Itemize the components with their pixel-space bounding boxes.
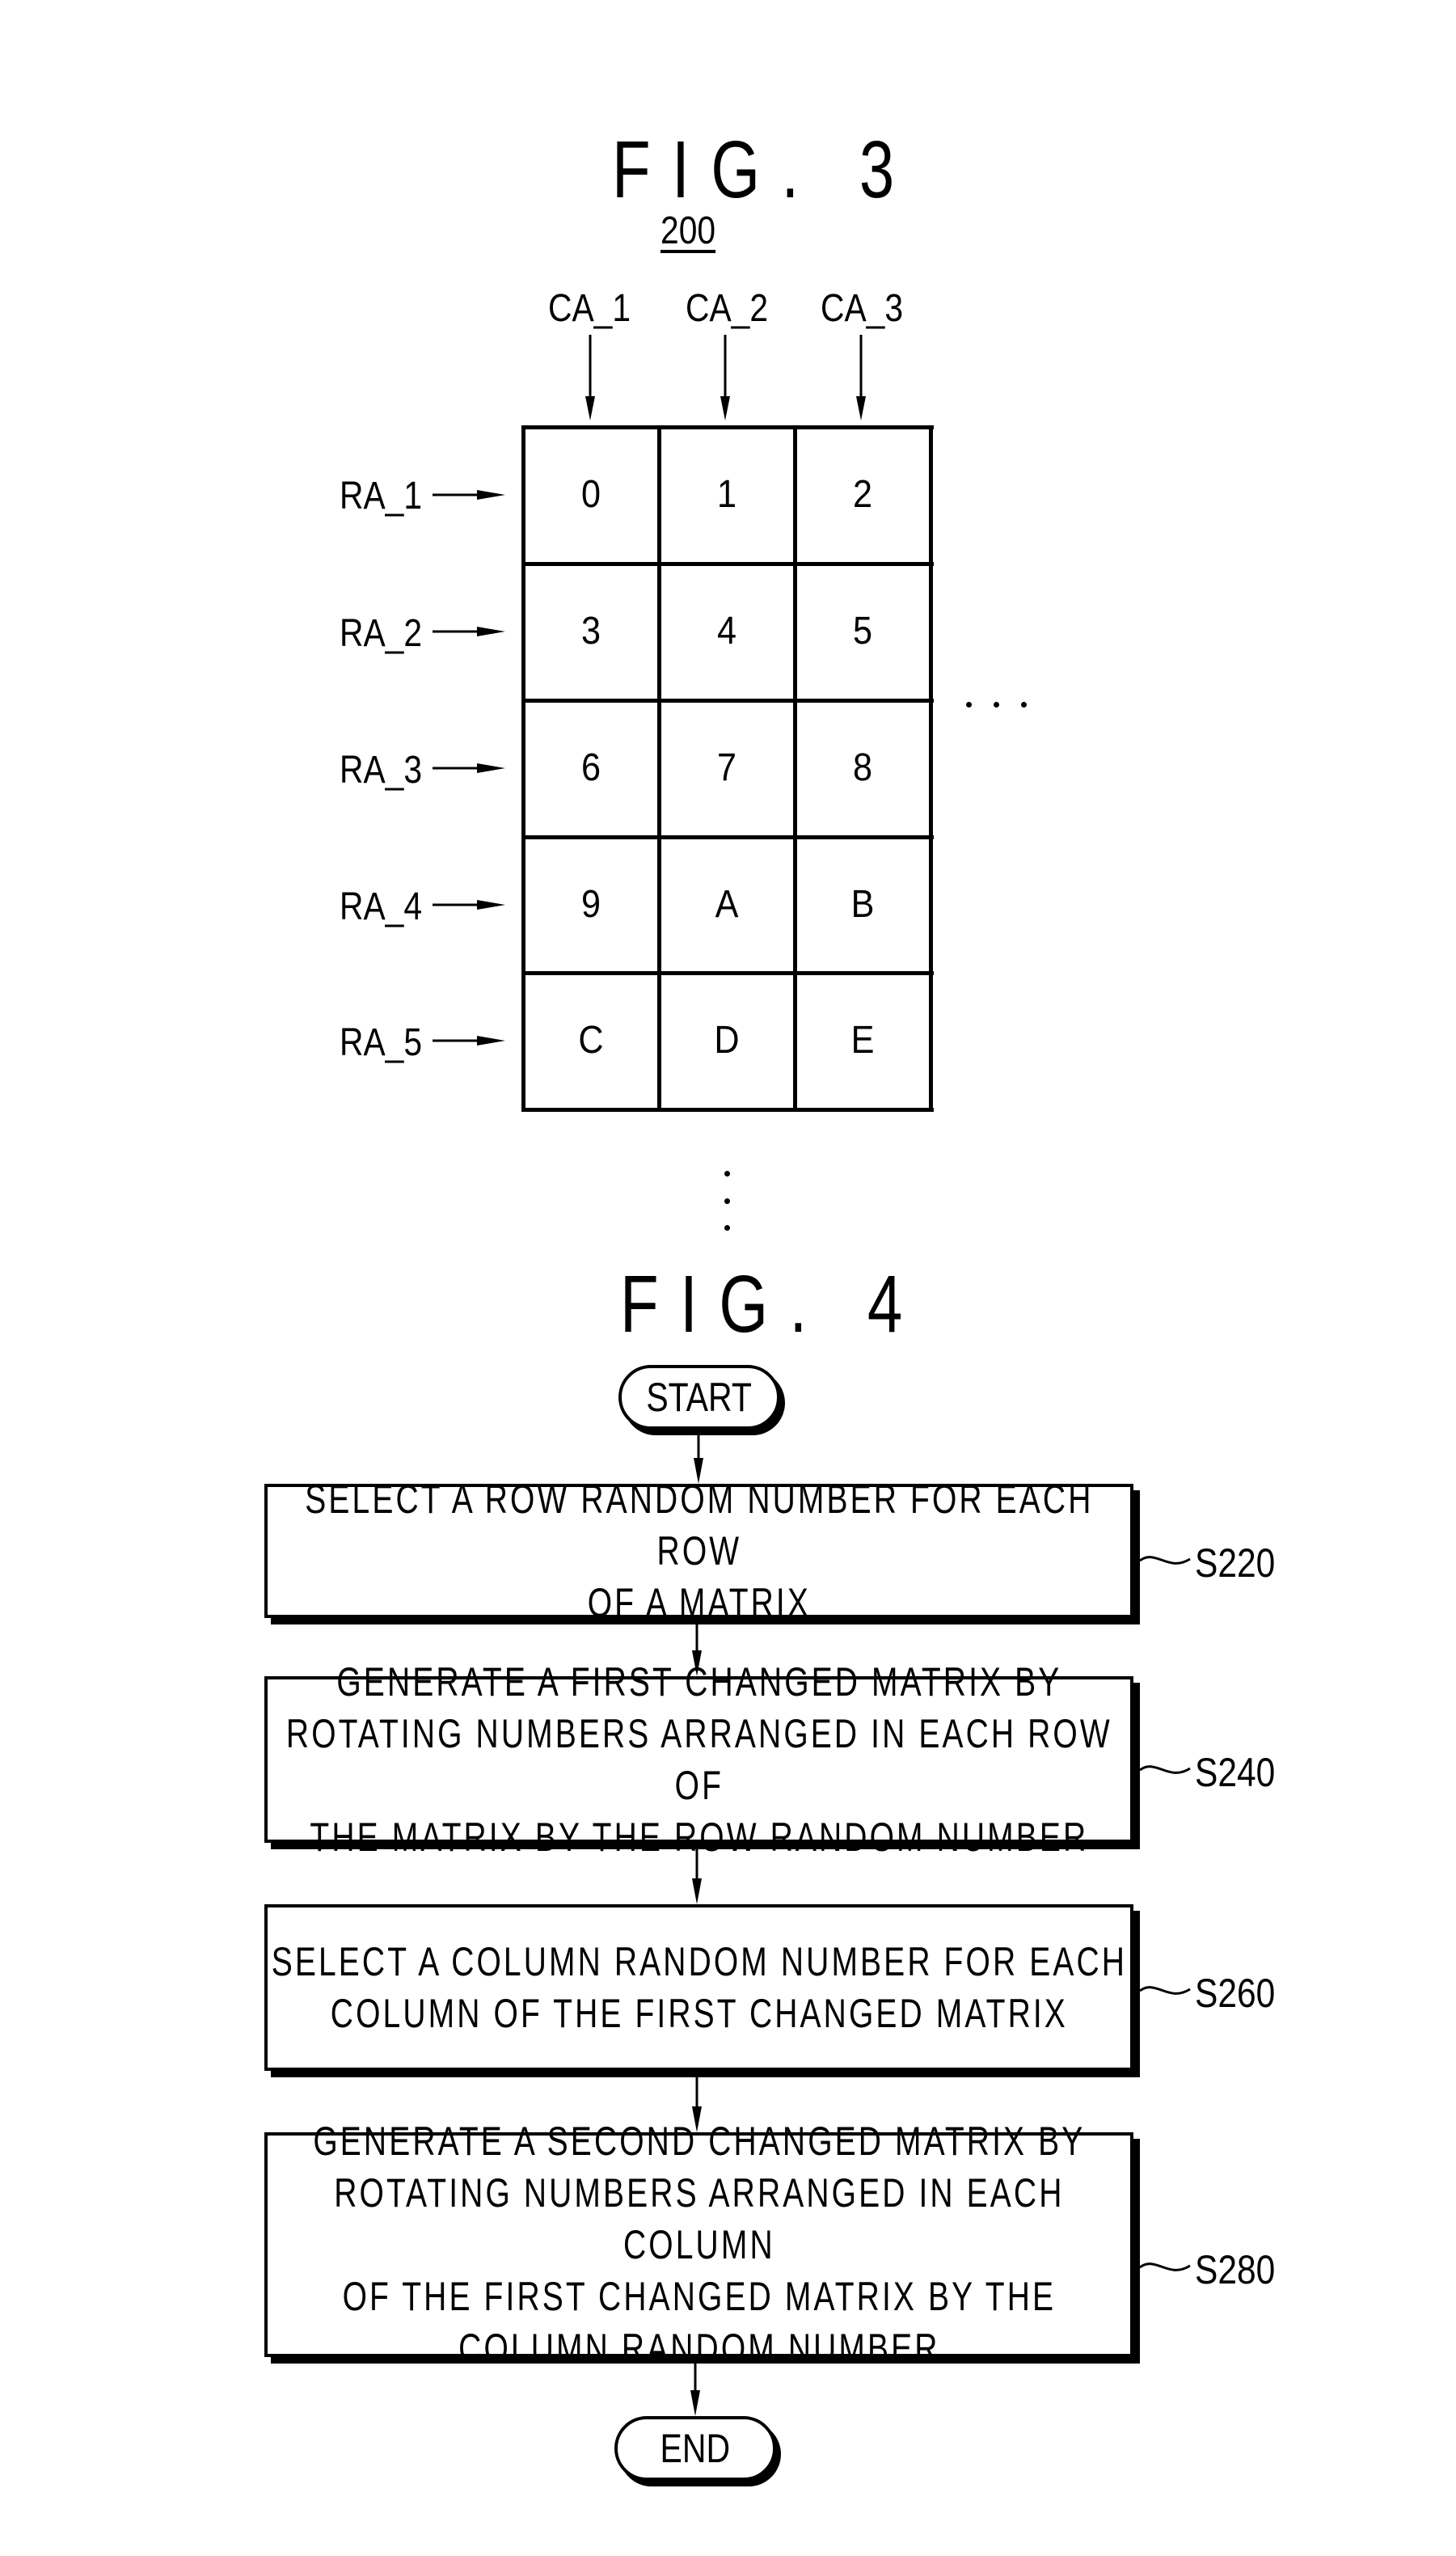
grid-line xyxy=(521,699,934,703)
grid-line xyxy=(521,835,934,839)
arrowhead xyxy=(477,627,505,636)
matrix-cell: 5 xyxy=(852,610,873,653)
grid-line xyxy=(657,425,661,1112)
step-box-s280: GENERATE A SECOND CHANGED MATRIX BY ROTA… xyxy=(264,2119,1133,2371)
arrowhead xyxy=(477,490,505,500)
row-label-ra5: RA_5 xyxy=(340,1021,423,1064)
matrix-cell: D xyxy=(714,1019,740,1062)
matrix-cell: C xyxy=(578,1019,604,1062)
row-label-ra1: RA_1 xyxy=(340,475,423,518)
matrix-cell: 3 xyxy=(580,610,601,653)
step-box-s220: SELECT A ROW RANDOM NUMBER FOR EACH ROW … xyxy=(264,1477,1133,1625)
arrowhead xyxy=(856,396,866,420)
end-terminal: END xyxy=(614,2416,776,2481)
grid-line xyxy=(929,425,933,1112)
matrix-cell: 9 xyxy=(580,883,601,926)
matrix-cell: 4 xyxy=(716,610,737,653)
leader-s260 xyxy=(1139,1986,1191,1995)
matrix-cell: 8 xyxy=(852,746,873,789)
step-text-s220: SELECT A ROW RANDOM NUMBER FOR EACH ROW … xyxy=(304,1477,1094,1625)
step-box-s240: GENERATE A FIRST CHANGED MATRIX BY ROTAT… xyxy=(264,1659,1133,1860)
grid-line xyxy=(793,425,797,1112)
leader-s220 xyxy=(1139,1556,1191,1565)
step-text-s240: GENERATE A FIRST CHANGED MATRIX BY ROTAT… xyxy=(285,1659,1112,1860)
grid-line xyxy=(521,1108,934,1112)
row-label-ra2: RA_2 xyxy=(340,612,423,655)
step-text-s280: GENERATE A SECOND CHANGED MATRIX BY ROTA… xyxy=(312,2119,1086,2371)
arrowhead xyxy=(477,1036,505,1046)
matrix-cell: 2 xyxy=(852,473,873,516)
column-label-ca2: CA_2 xyxy=(686,287,769,330)
grid-line xyxy=(521,562,934,566)
arrowhead xyxy=(692,1878,702,1904)
arrowhead xyxy=(585,396,595,420)
row-label-ra3: RA_3 xyxy=(340,749,423,792)
matrix-cell: 6 xyxy=(580,746,601,789)
matrix-cell: 1 xyxy=(716,473,737,516)
arrowhead xyxy=(477,900,505,910)
grid-line xyxy=(521,425,525,1112)
end-label: END xyxy=(660,2426,731,2471)
arrowhead xyxy=(690,2390,700,2416)
start-terminal: START xyxy=(618,1365,780,1430)
step-id-s280: S280 xyxy=(1195,2247,1276,2292)
leader-s280 xyxy=(1139,2262,1191,2271)
step-id-s220: S220 xyxy=(1195,1540,1276,1586)
fig4-title: FIG. 4 xyxy=(620,1259,924,1350)
matrix-cell: 7 xyxy=(716,746,737,789)
matrix-cell: E xyxy=(850,1019,875,1062)
row-label-ra4: RA_4 xyxy=(340,885,423,928)
step-id-s240: S240 xyxy=(1195,1750,1276,1795)
arrowhead xyxy=(477,763,505,773)
matrix-cell: 0 xyxy=(580,473,601,516)
grid-line xyxy=(521,971,934,975)
step-box-s260: SELECT A COLUMN RANDOM NUMBER FOR EACH C… xyxy=(264,1904,1133,2071)
step-id-s260: S260 xyxy=(1195,1971,1276,2016)
start-label: START xyxy=(646,1375,753,1420)
arrowhead xyxy=(720,396,730,420)
grid-line xyxy=(521,425,934,429)
column-label-ca1: CA_1 xyxy=(548,287,631,330)
matrix-cell: B xyxy=(850,883,875,926)
matrix-cell: A xyxy=(715,883,739,926)
column-label-ca3: CA_3 xyxy=(821,287,904,330)
leader-s240 xyxy=(1139,1765,1191,1774)
fig3-reference-number: 200 xyxy=(660,209,716,252)
fig3-title: FIG. 3 xyxy=(612,125,916,215)
step-text-s260: SELECT A COLUMN RANDOM NUMBER FOR EACH C… xyxy=(271,1939,1127,2036)
